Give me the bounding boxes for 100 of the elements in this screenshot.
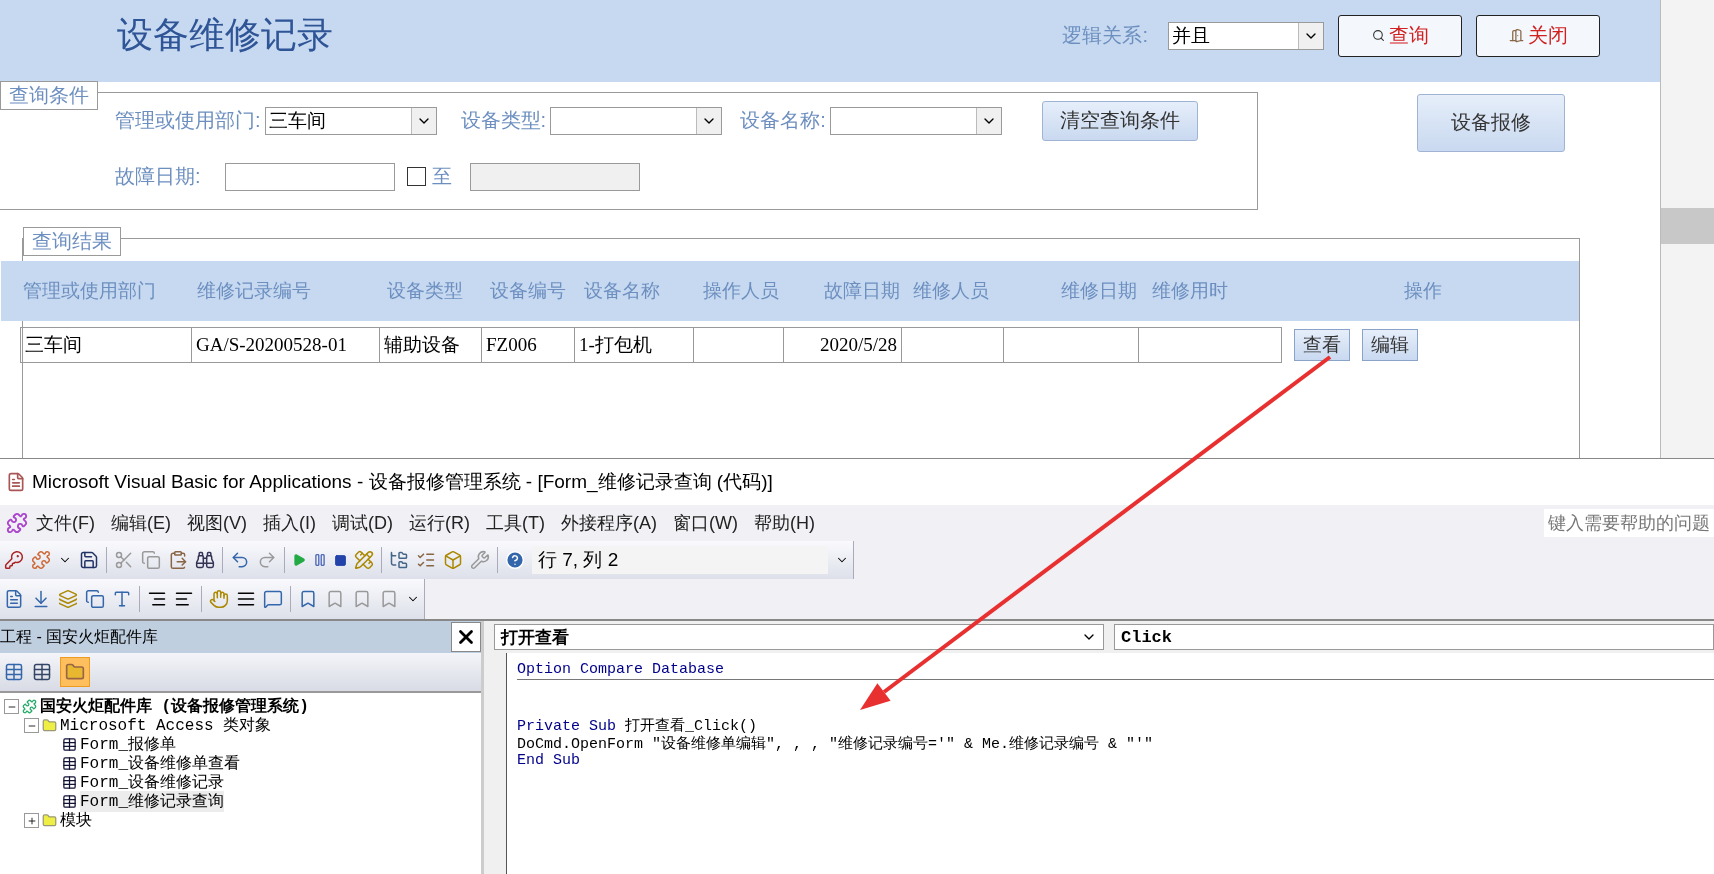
edit-button[interactable]: 编辑: [1362, 328, 1418, 361]
run-icon[interactable]: [292, 553, 306, 567]
menu-item[interactable]: 工具(T): [478, 511, 553, 535]
find-icon[interactable]: [195, 550, 215, 570]
menu-item[interactable]: 视图(V): [179, 511, 255, 535]
plus-icon: [26, 815, 37, 826]
menu-item[interactable]: 外接程序(A): [552, 511, 665, 535]
menu-item[interactable]: 窗口(W): [664, 511, 746, 535]
collapse-toggle[interactable]: [4, 699, 19, 714]
bookmark-icon[interactable]: [352, 589, 372, 609]
save-icon[interactable]: [79, 550, 99, 570]
view-code-icon[interactable]: [4, 662, 24, 682]
form-icon: [62, 794, 77, 809]
column-header: 设备类型: [386, 278, 464, 303]
tree-item[interactable]: 模块: [60, 810, 92, 831]
bookmark-icon[interactable]: [379, 589, 399, 609]
copy-icon[interactable]: [85, 589, 105, 609]
close-button[interactable]: 关闭: [1476, 14, 1600, 57]
toolbox-icon[interactable]: [470, 550, 490, 570]
column-header: 维修人员: [912, 278, 990, 303]
tree-item[interactable]: Form_设备维修记录: [80, 772, 224, 793]
query-button[interactable]: 查询: [1338, 14, 1462, 57]
comment-icon[interactable]: [263, 589, 283, 609]
table-cell: FZ006: [481, 326, 575, 363]
range-checkbox[interactable]: [406, 167, 426, 187]
outdent-icon[interactable]: [174, 589, 194, 609]
indent-icon[interactable]: [147, 589, 167, 609]
key-icon[interactable]: [4, 550, 24, 570]
column-header: 操作人员: [702, 278, 780, 303]
side-panel-band: [1661, 208, 1714, 244]
type-select[interactable]: [550, 106, 723, 135]
field-label: 故障日期:: [115, 164, 201, 190]
pane-title: 工程 - 国安火炬配件库: [0, 626, 159, 647]
stop-icon[interactable]: [334, 553, 347, 567]
bookmark-icon[interactable]: [325, 589, 345, 609]
name-select[interactable]: [829, 106, 1002, 135]
project-explorer-icon[interactable]: [389, 550, 409, 570]
design-icon[interactable]: [354, 550, 374, 570]
tree-item[interactable]: 国安火炬配件库 (设备报修管理系统): [40, 696, 309, 717]
menu-item[interactable]: 文件(F): [28, 511, 103, 535]
table-cell: 辅助设备: [379, 326, 482, 363]
folder-icon[interactable]: [60, 657, 90, 687]
folder-icon: [42, 813, 57, 828]
clear-button[interactable]: 清空查询条件: [1041, 100, 1198, 141]
collapse-toggle[interactable]: [24, 718, 39, 733]
pause-icon[interactable]: [313, 553, 327, 567]
column-header: 管理或使用部门: [22, 278, 157, 303]
door-icon: [1508, 28, 1524, 44]
menu-item[interactable]: 帮助(H): [745, 511, 823, 535]
cut-icon[interactable]: [114, 550, 134, 570]
menu-item[interactable]: 插入(I): [255, 511, 324, 535]
procedure-dropdown[interactable]: Click: [1114, 624, 1714, 650]
window-title: Microsoft Visual Basic for Applications - 设备报修管理系统 - [Form_维修记录查询 (代码)]: [32, 470, 773, 495]
hand-icon[interactable]: [209, 589, 229, 609]
date-from-field[interactable]: [224, 162, 395, 191]
object-browser-icon[interactable]: [443, 550, 463, 570]
app-menu-icon[interactable]: [6, 512, 28, 534]
tree-item[interactable]: Form_设备维修单查看: [80, 753, 240, 774]
tree-item[interactable]: Form_维修记录查询: [80, 791, 224, 812]
menu-item[interactable]: 运行(R): [401, 511, 478, 535]
bookmark-icon[interactable]: [298, 589, 318, 609]
dept-select[interactable]: 三车间: [264, 106, 437, 135]
redo-icon[interactable]: [257, 550, 277, 570]
tree-item[interactable]: Microsoft Access 类对象: [60, 715, 272, 736]
cursor-position: 行 7, 列 2: [532, 546, 828, 574]
menu-item[interactable]: 调试(D): [324, 511, 401, 535]
column-header: 维修日期: [1060, 278, 1138, 303]
text-icon[interactable]: [112, 589, 132, 609]
object-dropdown[interactable]: 打开查看: [494, 624, 1104, 650]
close-button[interactable]: [451, 622, 481, 652]
align-icon[interactable]: [236, 589, 256, 609]
help-icon[interactable]: [505, 550, 525, 570]
logic-select[interactable]: 并且: [1168, 21, 1324, 50]
expand-toggle[interactable]: [24, 813, 39, 828]
column-header: 操作: [1403, 278, 1443, 303]
copy-icon[interactable]: [141, 550, 161, 570]
help-search-field[interactable]: 键入需要帮助的问题: [1544, 509, 1714, 537]
column-header: 维修用时: [1151, 278, 1229, 303]
components-icon[interactable]: [31, 550, 51, 570]
field-label: 管理或使用部门:: [115, 108, 261, 134]
results-legend: 查询结果: [23, 226, 121, 256]
download-icon[interactable]: [31, 589, 51, 609]
report-button[interactable]: 设备报修: [1417, 93, 1565, 152]
layers-icon[interactable]: [58, 589, 78, 609]
properties-icon[interactable]: [416, 550, 436, 570]
menu-item[interactable]: 编辑(E): [103, 511, 179, 535]
form-icon: [62, 756, 77, 771]
paste-icon[interactable]: [168, 550, 188, 570]
date-to-field[interactable]: [469, 162, 640, 191]
tree-item[interactable]: Form_报修单: [80, 734, 176, 755]
table-cell: 2020/5/28: [783, 326, 902, 363]
table-cell: 1-打包机: [574, 326, 694, 363]
form-icon: [62, 775, 77, 790]
view-button[interactable]: 查看: [1294, 328, 1350, 361]
view-object-icon[interactable]: [32, 662, 52, 682]
project-icon: [22, 699, 37, 714]
undo-icon[interactable]: [230, 550, 250, 570]
column-header: 设备名称: [583, 278, 661, 303]
logic-label: 逻辑关系:: [1062, 23, 1148, 49]
list-icon[interactable]: [4, 589, 24, 609]
